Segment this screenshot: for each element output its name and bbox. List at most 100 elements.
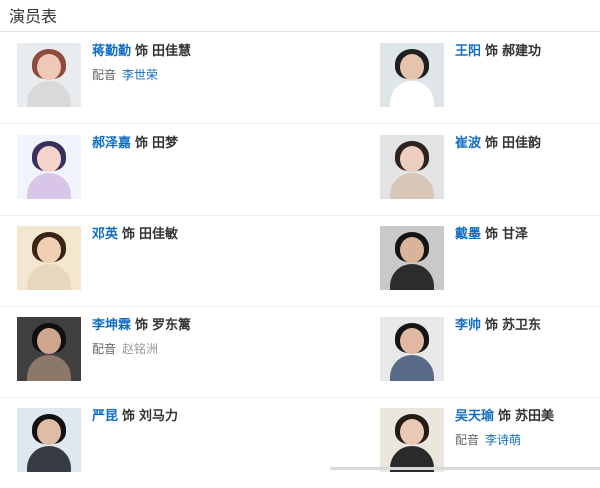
actor-name-link[interactable]: 蒋勤勤 xyxy=(92,44,131,59)
photo-face xyxy=(400,54,424,80)
photo-clothing xyxy=(390,355,434,381)
role-separator: 饰 xyxy=(485,318,499,333)
role-separator: 饰 xyxy=(485,44,499,59)
actor-photo[interactable] xyxy=(17,408,81,472)
photo-clothing xyxy=(390,173,434,199)
role-separator: 饰 xyxy=(122,409,136,424)
cast-credit: 郝泽嘉饰田梦 xyxy=(92,136,352,152)
dubber-name-link[interactable]: 李诗萌 xyxy=(485,433,521,447)
photo-face xyxy=(400,237,424,263)
role-separator: 饰 xyxy=(122,227,136,242)
actor-name-link[interactable]: 邓英 xyxy=(92,227,118,242)
cast-row: 郝泽嘉饰田梦 崔波饰田佳韵 xyxy=(0,124,600,216)
photo-clothing xyxy=(27,264,71,290)
photo-clothing xyxy=(27,446,71,472)
role-separator: 饰 xyxy=(135,44,149,59)
voice-credit: 配音 李世荣 xyxy=(92,68,352,83)
cast-row: 严昆饰刘马力 吴天瑜饰苏田美 配音 李诗萌 xyxy=(0,397,600,488)
dub-label: 配音 xyxy=(455,433,480,447)
cast-row: 李坤霖饰罗东篱 配音 赵铭洲 李帅饰苏卫东 xyxy=(0,306,600,398)
cast-entry: 邓英饰田佳敏 xyxy=(17,226,357,290)
photo-clothing xyxy=(390,81,434,107)
cast-text: 王阳饰郝建功 xyxy=(455,44,600,60)
actor-photo[interactable] xyxy=(17,43,81,107)
actor-name-link[interactable]: 李坤霖 xyxy=(92,318,131,333)
actor-photo[interactable] xyxy=(380,408,444,472)
actor-photo[interactable] xyxy=(380,135,444,199)
role-name: 苏田美 xyxy=(515,409,555,424)
cast-entry: 崔波饰田佳韵 xyxy=(380,135,590,199)
role-separator: 饰 xyxy=(135,136,149,151)
dubber-name: 赵铭洲 xyxy=(122,342,159,356)
photo-face xyxy=(37,328,61,354)
photo-face xyxy=(37,419,61,445)
section-title: 演员表 xyxy=(9,7,58,26)
actor-photo[interactable] xyxy=(380,43,444,107)
cast-entry: 李帅饰苏卫东 xyxy=(380,317,590,381)
cast-text: 郝泽嘉饰田梦 xyxy=(92,136,352,152)
role-name: 田佳慧 xyxy=(152,44,192,59)
cast-entry: 李坤霖饰罗东篱 配音 赵铭洲 xyxy=(17,317,357,381)
role-name: 田佳敏 xyxy=(139,227,179,242)
actor-photo[interactable] xyxy=(17,317,81,381)
actor-photo[interactable] xyxy=(17,135,81,199)
cast-text: 戴墨饰甘泽 xyxy=(455,227,600,243)
photo-face xyxy=(37,237,61,263)
role-separator: 饰 xyxy=(498,409,512,424)
dub-label: 配音 xyxy=(92,342,117,356)
voice-credit: 配音 李诗萌 xyxy=(455,433,600,448)
cast-entry: 蒋勤勤饰田佳慧 配音 李世荣 xyxy=(17,43,357,107)
cast-text: 蒋勤勤饰田佳慧 配音 李世荣 xyxy=(92,44,352,83)
actor-photo[interactable] xyxy=(380,226,444,290)
cast-credit: 王阳饰郝建功 xyxy=(455,44,600,60)
cast-text: 严昆饰刘马力 xyxy=(92,409,352,425)
cast-entry: 王阳饰郝建功 xyxy=(380,43,590,107)
cast-text: 吴天瑜饰苏田美 配音 李诗萌 xyxy=(455,409,600,448)
actor-photo[interactable] xyxy=(17,226,81,290)
actor-name-link[interactable]: 吴天瑜 xyxy=(455,409,494,424)
photo-clothing xyxy=(390,264,434,290)
cast-row: 蒋勤勤饰田佳慧 配音 李世荣 王阳饰郝建功 xyxy=(0,32,600,124)
actor-name-link[interactable]: 崔波 xyxy=(455,136,481,151)
role-name: 田梦 xyxy=(152,136,179,151)
actor-name-link[interactable]: 李帅 xyxy=(455,318,481,333)
cast-credit: 严昆饰刘马力 xyxy=(92,409,352,425)
photo-clothing xyxy=(27,355,71,381)
role-separator: 饰 xyxy=(135,318,149,333)
actor-photo[interactable] xyxy=(380,317,444,381)
role-name: 刘马力 xyxy=(139,409,179,424)
role-name: 罗东篱 xyxy=(152,318,192,333)
cast-credit: 李帅饰苏卫东 xyxy=(455,318,600,334)
cast-entry: 吴天瑜饰苏田美 配音 李诗萌 xyxy=(380,408,590,472)
role-name: 甘泽 xyxy=(502,227,529,242)
dubber-name-link[interactable]: 李世荣 xyxy=(122,68,158,82)
cast-entry: 戴墨饰甘泽 xyxy=(380,226,590,290)
cast-text: 李帅饰苏卫东 xyxy=(455,318,600,334)
cast-credit: 戴墨饰甘泽 xyxy=(455,227,600,243)
cast-credit: 蒋勤勤饰田佳慧 xyxy=(92,44,352,60)
cast-entry: 严昆饰刘马力 xyxy=(17,408,357,472)
photo-face xyxy=(37,54,61,80)
actor-name-link[interactable]: 郝泽嘉 xyxy=(92,136,131,151)
photo-face xyxy=(400,328,424,354)
cast-credit: 李坤霖饰罗东篱 xyxy=(92,318,352,334)
actor-name-link[interactable]: 严昆 xyxy=(92,409,118,424)
cast-header: 演员表 xyxy=(0,0,600,32)
cast-text: 邓英饰田佳敏 xyxy=(92,227,352,243)
role-name: 郝建功 xyxy=(502,44,542,59)
role-name: 田佳韵 xyxy=(502,136,542,151)
cast-credit: 吴天瑜饰苏田美 xyxy=(455,409,600,425)
photo-clothing xyxy=(27,81,71,107)
cast-credit: 邓英饰田佳敏 xyxy=(92,227,352,243)
dub-label: 配音 xyxy=(92,68,117,82)
voice-credit: 配音 赵铭洲 xyxy=(92,342,352,357)
role-separator: 饰 xyxy=(485,136,499,151)
actor-name-link[interactable]: 王阳 xyxy=(455,44,481,59)
cast-text: 李坤霖饰罗东篱 配音 赵铭洲 xyxy=(92,318,352,357)
cast-credit: 崔波饰田佳韵 xyxy=(455,136,600,152)
role-separator: 饰 xyxy=(485,227,499,242)
cast-text: 崔波饰田佳韵 xyxy=(455,136,600,152)
actor-name-link[interactable]: 戴墨 xyxy=(455,227,481,242)
photo-clothing xyxy=(27,173,71,199)
photo-face xyxy=(400,146,424,172)
